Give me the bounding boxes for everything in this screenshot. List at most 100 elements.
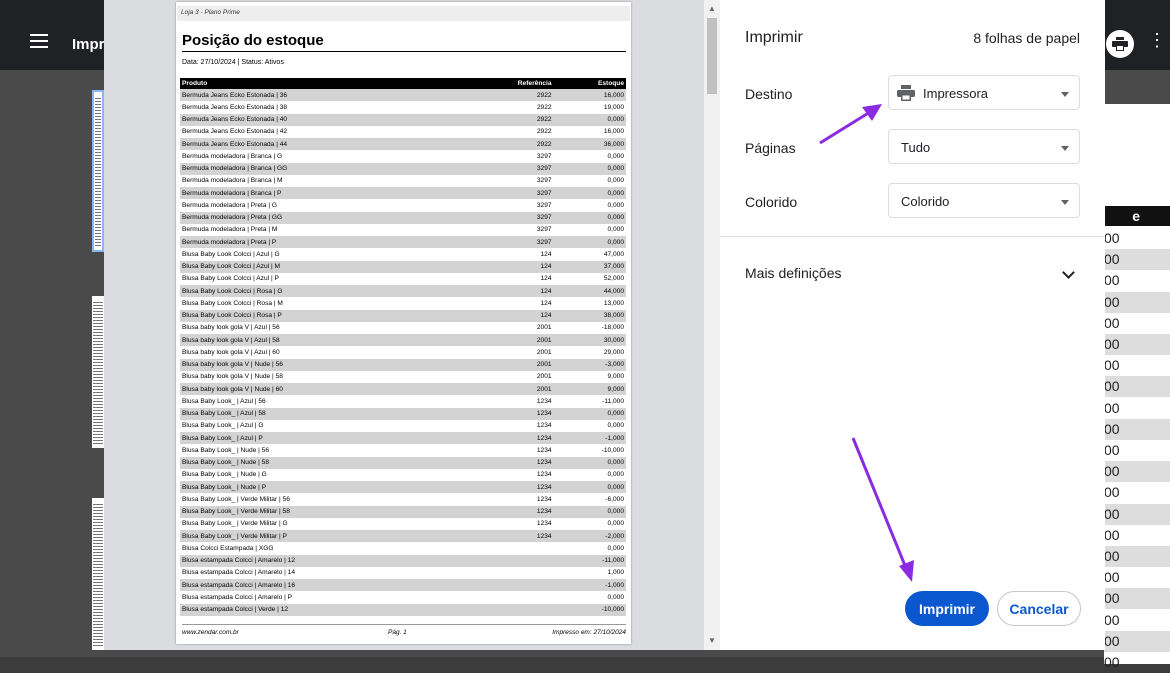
background-cell: 00: [1104, 630, 1170, 652]
cell-produto: Blusa Baby Look_ | Verde Militar | 58: [180, 505, 463, 518]
cell-referencia: 3297: [462, 187, 554, 200]
cell-estoque: 0,000: [607, 471, 624, 479]
column-header-referencia: Referência: [462, 78, 554, 89]
cell-estoque: -1,000: [553, 579, 626, 592]
cell-produto: Blusa Baby Look_ | Azul | G: [182, 422, 264, 430]
menu-icon: [30, 34, 48, 48]
cell-estoque: -10,000: [601, 446, 624, 454]
preview-scrollbar[interactable]: ▲ ▼: [704, 0, 720, 650]
table-row: Bermuda Jeans Ecko Estonada | 36 2922 16,0…: [180, 89, 626, 102]
scroll-down-icon[interactable]: ▼: [708, 636, 716, 645]
background-title: Impr: [72, 36, 105, 53]
cell-referencia: 2922: [462, 113, 554, 126]
background-cell: 00: [1104, 654, 1120, 670]
cell-referencia: 1234: [536, 471, 552, 479]
cell-estoque: 0,000: [553, 113, 626, 126]
color-label: Colorido: [745, 194, 798, 210]
cell-referencia: 1234: [536, 397, 552, 405]
print-preview: Loja 3 - Plano Prime Posição do estoque …: [104, 0, 720, 650]
table-row: Blusa estampada Colcci | Amarelo | 16 -1,…: [180, 579, 626, 592]
destination-select[interactable]: Impressora: [888, 75, 1080, 110]
cell-referencia: 1234: [462, 505, 554, 518]
footer-printed: Impresso em: 27/10/2024: [552, 629, 626, 636]
cell-referencia: [462, 603, 554, 616]
cell-estoque: 0,000: [607, 593, 624, 601]
cell-estoque: 0,000: [607, 520, 624, 528]
cancel-button[interactable]: Cancelar: [997, 591, 1081, 626]
cell-referencia: 124: [462, 260, 554, 273]
table-row: Blusa Baby Look Colcci | Azul | M 124 37,0…: [180, 260, 626, 273]
color-select[interactable]: Colorido: [888, 183, 1080, 218]
background-cell: 00: [1104, 314, 1120, 331]
cell-estoque: 30,000: [553, 334, 626, 347]
background-cell: 00: [1104, 272, 1120, 289]
cell-produto: Blusa Baby Look_ | Nude | 58: [180, 456, 463, 469]
cell-estoque: 1,000: [607, 569, 624, 577]
cell-referencia: 1234: [536, 446, 552, 454]
background-cell: 00: [1104, 588, 1170, 610]
table-row: Blusa Baby Look_ | Nude | 58 1234 0,000: [180, 456, 626, 469]
cell-referencia: 1234: [536, 495, 552, 503]
more-settings-toggle[interactable]: Mais definições: [745, 265, 842, 281]
background-column-header: e: [1104, 206, 1170, 226]
cell-estoque: -3,000: [553, 358, 626, 371]
cell-referencia: [462, 567, 553, 579]
cell-estoque: 0,000: [607, 201, 624, 209]
cell-produto: Blusa estampada Colcci | Verde | 12: [180, 603, 463, 616]
dropdown-caret-icon: [1061, 146, 1069, 151]
cell-referencia: 3297: [536, 152, 552, 160]
cell-estoque: 0,000: [553, 211, 626, 224]
scroll-up-icon[interactable]: ▲: [708, 4, 716, 13]
cell-produto: Bermuda modeladora | Preta | G: [182, 201, 278, 209]
scrollbar-thumb[interactable]: [707, 18, 717, 94]
cell-produto: Blusa Baby Look_ | Nude | 56: [182, 446, 270, 454]
cell-estoque: -1,000: [553, 432, 626, 445]
cell-estoque: 29,000: [603, 348, 624, 356]
background-cell: 00: [1104, 399, 1120, 416]
cell-produto: Blusa Colcci Estampada | XGG: [182, 544, 274, 552]
page-thumbnail-2[interactable]: [92, 296, 104, 448]
table-row: Bermuda modeladora | Branca | GG 3297 0,00…: [180, 162, 626, 175]
cell-produto: Blusa Baby Look_ | Verde Militar | P: [180, 530, 463, 543]
cell-estoque: 38,000: [553, 309, 626, 322]
print-button[interactable]: Imprimir: [905, 591, 989, 626]
table-row: Bermuda Jeans Ecko Estonada | 38 2922 19,0…: [180, 101, 626, 113]
table-row: Blusa Baby Look_ | Verde Militar | G 1234…: [180, 518, 626, 530]
cell-produto: Blusa baby look gola V | Azul | 60: [182, 348, 280, 356]
page-thumbnail-1[interactable]: [92, 90, 104, 252]
cell-produto: Blusa baby look gola V | Azul | 58: [180, 334, 463, 347]
chevron-down-icon[interactable]: [1062, 266, 1075, 279]
cell-produto: Blusa Baby Look_ | Azul | 58: [180, 407, 463, 420]
cell-produto: Blusa Baby Look Colcci | Rosa | M: [182, 299, 283, 307]
background-cell: 00: [1104, 357, 1120, 374]
table-row: Blusa Baby Look Colcci | Rosa | P 124 38,0…: [180, 309, 626, 322]
cell-estoque: 47,000: [603, 250, 624, 258]
table-row: Blusa Baby Look_ | Verde Militar | 58 123…: [180, 505, 626, 518]
table-header-row: Produto Referência Estoque: [180, 78, 626, 89]
background-cell: 00: [1104, 334, 1170, 355]
background-page: e 00 00 00 00 00 00 00 00 00 00 00 00 00 00 00 00 00 00 00…: [1104, 104, 1170, 670]
more-vert-icon: ⋮: [1148, 30, 1166, 50]
printer-icon: [1106, 30, 1134, 58]
table-row: Blusa Colcci Estampada | XGG 0,000: [180, 542, 626, 554]
cell-estoque: 0,000: [553, 407, 626, 420]
print-settings-panel: Imprimir 8 folhas de papel Destino Impre…: [720, 0, 1105, 650]
cell-estoque: 0,000: [607, 152, 624, 160]
cell-produto: Bermuda modeladora | Branca | P: [180, 187, 463, 200]
cell-estoque: 0,000: [553, 505, 626, 518]
background-cell: 00: [1104, 611, 1120, 628]
background-cell: 00: [1104, 461, 1170, 483]
report-footer: www.zendar.com.br Pág. 1 Impresso em: 27…: [182, 629, 626, 636]
pages-value: Tudo: [901, 140, 931, 155]
cell-produto: Blusa baby look gola V | Azul | 56: [182, 324, 280, 332]
table-row: Blusa baby look gola V | Azul | 58 2001 30…: [180, 334, 626, 347]
cell-produto: Bermuda Jeans Ecko Estonada | 44: [180, 138, 463, 151]
cell-produto: Blusa estampada Colcci | Amarelo | 14: [182, 569, 296, 577]
pages-select[interactable]: Tudo: [888, 129, 1080, 164]
cell-estoque: 0,000: [607, 544, 624, 552]
page-thumbnail-3[interactable]: [92, 498, 104, 650]
table-row: Blusa estampada Colcci | Amarelo | 12 -11…: [180, 554, 626, 567]
cell-produto: Blusa baby look gola V | Nude | 56: [180, 358, 463, 371]
cell-produto: Blusa Baby Look Colcci | Azul | M: [180, 260, 463, 273]
cell-estoque: 36,000: [553, 138, 626, 151]
